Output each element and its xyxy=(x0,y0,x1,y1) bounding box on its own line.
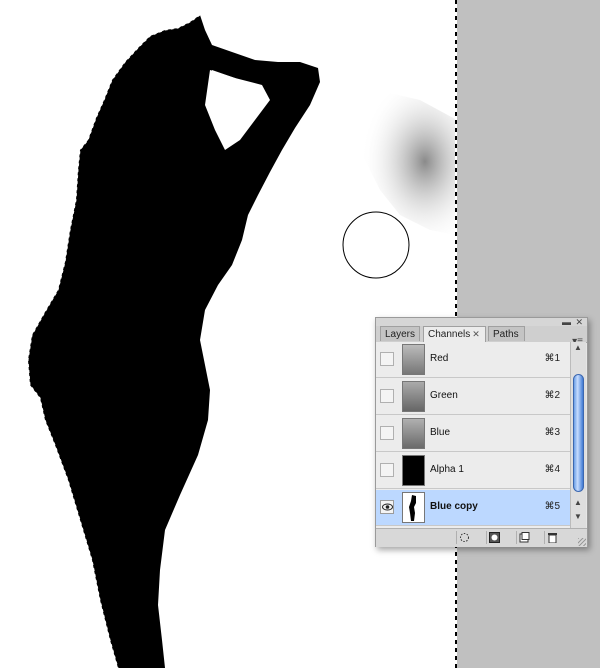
panel-tabbar: Layers Channels✕ Paths ▾≡ xyxy=(376,326,587,347)
load-channel-as-selection-button[interactable] xyxy=(456,531,471,544)
panel-titlebar[interactable]: ▬ ✕ xyxy=(376,318,587,327)
thumbnail-silhouette xyxy=(409,495,416,521)
visibility-toggle[interactable] xyxy=(380,352,394,366)
channel-name: Blue xyxy=(430,427,451,438)
tab-channels[interactable]: Channels ✕ xyxy=(423,326,486,342)
new-channel-button[interactable] xyxy=(516,531,531,544)
channel-name: Red xyxy=(430,353,449,364)
eye-icon xyxy=(382,503,393,511)
delete-channel-button[interactable] xyxy=(544,531,559,544)
visibility-toggle[interactable] xyxy=(380,389,394,403)
scroll-thumb[interactable] xyxy=(573,374,584,492)
channel-thumbnail xyxy=(402,492,425,523)
scroll-down-arrow[interactable]: ▼ xyxy=(574,512,582,521)
tab-label: Channels xyxy=(428,329,471,340)
channel-shortcut: ⌘3 xyxy=(544,427,560,438)
visibility-toggle[interactable] xyxy=(380,463,394,477)
channel-name: Green xyxy=(430,390,458,401)
trash-icon xyxy=(548,533,557,543)
panel-collapse-button[interactable]: ▬ xyxy=(562,318,571,327)
channel-row-red[interactable]: Red ⌘1 xyxy=(376,342,570,378)
tab-label: Paths xyxy=(493,329,519,340)
visibility-toggle[interactable] xyxy=(380,426,394,440)
tab-layers[interactable]: Layers xyxy=(380,326,420,341)
scroll-up-arrow[interactable]: ▲ xyxy=(574,498,582,507)
channel-shortcut: ⌘2 xyxy=(544,390,560,401)
tab-label: Layers xyxy=(385,329,416,340)
channel-row-blue-copy[interactable]: Blue copy ⌘5 xyxy=(376,490,570,526)
panel-scrollbar[interactable]: ▲ ▲ ▼ xyxy=(570,342,586,528)
tab-close-icon[interactable]: ✕ xyxy=(472,329,480,339)
new-channel-icon xyxy=(519,532,530,543)
channel-shortcut: ⌘5 xyxy=(544,501,560,512)
channel-row-green[interactable]: Green ⌘2 xyxy=(376,379,570,415)
panel-close-button[interactable]: ✕ xyxy=(575,318,583,327)
channel-shortcut: ⌘4 xyxy=(544,464,560,475)
panel-resize-grip[interactable] xyxy=(578,538,586,546)
channel-row-alpha-1[interactable]: Alpha 1 ⌘4 xyxy=(376,453,570,489)
channel-thumbnail xyxy=(402,344,425,375)
panel-footer xyxy=(376,528,587,547)
save-selection-icon xyxy=(489,532,500,543)
channel-shortcut: ⌘1 xyxy=(544,353,560,364)
channel-thumbnail xyxy=(402,418,425,449)
channel-thumbnail xyxy=(402,455,425,486)
scroll-up-arrow[interactable]: ▲ xyxy=(574,343,582,352)
brush-cursor-icon xyxy=(342,211,410,279)
channel-thumbnail xyxy=(402,381,425,412)
channel-list: Red ⌘1 Green ⌘2 Blue ⌘3 Alpha 1 ⌘4 Blue … xyxy=(376,342,570,528)
save-selection-as-channel-button[interactable] xyxy=(486,531,501,544)
silhouette-shape xyxy=(28,15,320,668)
load-selection-icon xyxy=(460,533,469,542)
channel-name: Blue copy xyxy=(430,501,478,512)
visibility-toggle[interactable] xyxy=(380,500,394,514)
channel-name: Alpha 1 xyxy=(430,464,464,475)
channel-row-blue[interactable]: Blue ⌘3 xyxy=(376,416,570,452)
channels-panel[interactable]: ▬ ✕ Layers Channels✕ Paths ▾≡ Red ⌘1 Gre… xyxy=(375,317,588,547)
gray-brushed-area xyxy=(350,88,457,235)
tab-paths[interactable]: Paths xyxy=(488,326,525,341)
